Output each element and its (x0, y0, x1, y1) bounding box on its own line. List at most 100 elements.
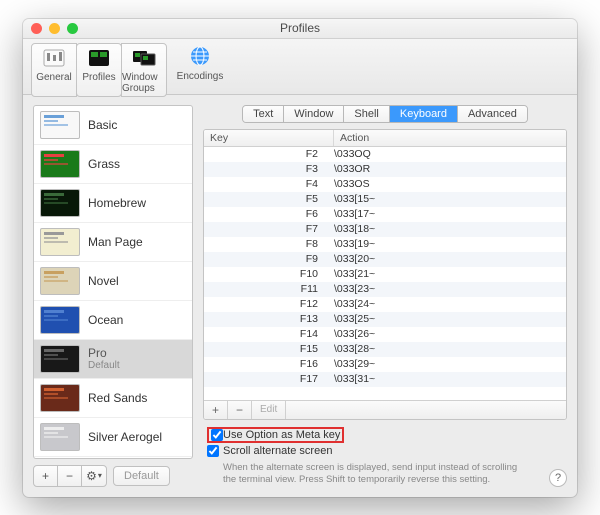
cell-action: \033[18~ (334, 223, 566, 235)
titlebar: Profiles (23, 19, 577, 39)
tab-shell[interactable]: Shell (344, 106, 389, 122)
cell-action: \033[17~ (334, 208, 566, 220)
cell-action: \033[24~ (334, 298, 566, 310)
table-row[interactable]: F7\033[18~ (204, 222, 566, 237)
table-row[interactable]: F13\033[25~ (204, 312, 566, 327)
tab-bar: TextWindowShellKeyboardAdvanced (203, 105, 567, 123)
sidebar-actions: + − ⚙▾ (33, 465, 107, 487)
meta-key-label[interactable]: Use Option as Meta key (223, 429, 340, 441)
cell-key: F5 (204, 193, 334, 205)
meta-key-checkbox[interactable] (211, 429, 223, 441)
profile-item[interactable]: Novel (34, 262, 192, 301)
profile-name: ProDefault (88, 346, 186, 371)
cell-action: \033OR (334, 163, 566, 175)
profile-item[interactable]: Man Page (34, 223, 192, 262)
table-row[interactable]: F5\033[15~ (204, 192, 566, 207)
cell-action: \033[20~ (334, 253, 566, 265)
scroll-alt-checkbox[interactable] (207, 445, 219, 457)
col-key[interactable]: Key (204, 130, 334, 146)
terminal-icon (85, 46, 113, 70)
profile-item[interactable]: Grass (34, 145, 192, 184)
callout-highlight: Use Option as Meta key (207, 427, 344, 443)
profile-thumb (40, 150, 80, 178)
table-row[interactable]: F4\033OS (204, 177, 566, 192)
profile-name: Silver Aerogel (88, 430, 186, 444)
profile-list[interactable]: BasicGrass Homebrew Man Page Novel Ocean ProD… (33, 105, 193, 459)
table-row[interactable]: F3\033OR (204, 162, 566, 177)
table-row[interactable]: F17\033[31~ (204, 372, 566, 387)
table-row[interactable]: F8\033[19~ (204, 237, 566, 252)
preferences-window: Profiles General Profiles Window Groups (23, 19, 577, 497)
profile-item[interactable]: Basic (34, 106, 192, 145)
table-header: Key Action (204, 130, 566, 147)
profile-name: Ocean (88, 313, 186, 327)
table-row[interactable]: F14\033[26~ (204, 327, 566, 342)
tab-text[interactable]: Text (243, 106, 284, 122)
col-action[interactable]: Action (334, 130, 566, 146)
edit-mapping-button[interactable]: Edit (252, 401, 286, 419)
add-profile-button[interactable]: + (34, 466, 58, 486)
scroll-alt-label[interactable]: Scroll alternate screen (223, 445, 332, 457)
toolbar: General Profiles Window Groups Encodings (23, 39, 577, 95)
profile-thumb (40, 189, 80, 217)
gear-icon: ⚙ (86, 469, 97, 483)
profile-thumb (40, 111, 80, 139)
sliders-icon (40, 46, 68, 70)
table-row[interactable]: F12\033[24~ (204, 297, 566, 312)
profile-item[interactable]: Homebrew (34, 184, 192, 223)
remove-profile-button[interactable]: − (58, 466, 82, 486)
add-mapping-button[interactable]: + (204, 401, 228, 419)
profile-item[interactable]: Silver Aerogel (34, 418, 192, 457)
cell-action: \033OS (334, 178, 566, 190)
table-row[interactable]: F6\033[17~ (204, 207, 566, 222)
help-icon[interactable]: ? (549, 469, 567, 487)
table-row[interactable]: F10\033[21~ (204, 267, 566, 282)
table-row[interactable]: F16\033[29~ (204, 357, 566, 372)
toolbar-item-general[interactable]: General (31, 43, 77, 97)
action-menu-button[interactable]: ⚙▾ (82, 466, 106, 486)
cell-action: \033[26~ (334, 328, 566, 340)
toolbar-item-encodings[interactable]: Encodings (177, 43, 223, 84)
cell-action: \033[21~ (334, 268, 566, 280)
profile-item[interactable]: Red Sands (34, 379, 192, 418)
tab-window[interactable]: Window (284, 106, 344, 122)
table-row[interactable]: F2\033OQ (204, 147, 566, 162)
cell-key: F10 (204, 268, 334, 280)
cell-key: F4 (204, 178, 334, 190)
table-body[interactable]: F2\033OQF3\033ORF4\033OSF5\033[15~F6\033… (204, 147, 566, 400)
profile-name: Man Page (88, 235, 186, 249)
profile-item[interactable]: ProDefault (34, 340, 192, 379)
profile-item[interactable]: Ocean (34, 301, 192, 340)
table-row[interactable]: F15\033[28~ (204, 342, 566, 357)
help-text: When the alternate screen is displayed, … (223, 462, 523, 487)
keymap-table: Key Action F2\033OQF3\033ORF4\033OSF5\03… (203, 129, 567, 420)
window-title: Profiles (23, 21, 577, 35)
cell-key: F13 (204, 313, 334, 325)
set-default-button[interactable]: Default (113, 466, 170, 486)
cell-action: \033[23~ (334, 283, 566, 295)
tab-keyboard[interactable]: Keyboard (390, 106, 458, 122)
table-row[interactable]: F9\033[20~ (204, 252, 566, 267)
toolbar-item-profiles[interactable]: Profiles (76, 43, 122, 97)
tab-advanced[interactable]: Advanced (458, 106, 527, 122)
cell-action: \033[31~ (334, 373, 566, 385)
profile-thumb (40, 267, 80, 295)
profile-name: Homebrew (88, 196, 186, 210)
profile-thumb (40, 384, 80, 412)
options: Use Option as Meta key Scroll alternate … (203, 426, 567, 487)
toolbar-label: General (36, 72, 72, 83)
cell-key: F7 (204, 223, 334, 235)
toolbar-label: Encodings (177, 71, 224, 82)
cell-action: \033[28~ (334, 343, 566, 355)
cell-action: \033[15~ (334, 193, 566, 205)
cell-key: F12 (204, 298, 334, 310)
toolbar-item-window-groups[interactable]: Window Groups (121, 43, 167, 97)
option-meta-key-row: Use Option as Meta key (203, 426, 567, 444)
profile-thumb (40, 306, 80, 334)
help-row: When the alternate screen is displayed, … (203, 458, 567, 487)
windows-icon (130, 46, 158, 70)
table-row[interactable]: F11\033[23~ (204, 282, 566, 297)
profile-name: Novel (88, 274, 186, 288)
toolbar-label: Profiles (82, 72, 115, 83)
remove-mapping-button[interactable]: − (228, 401, 252, 419)
